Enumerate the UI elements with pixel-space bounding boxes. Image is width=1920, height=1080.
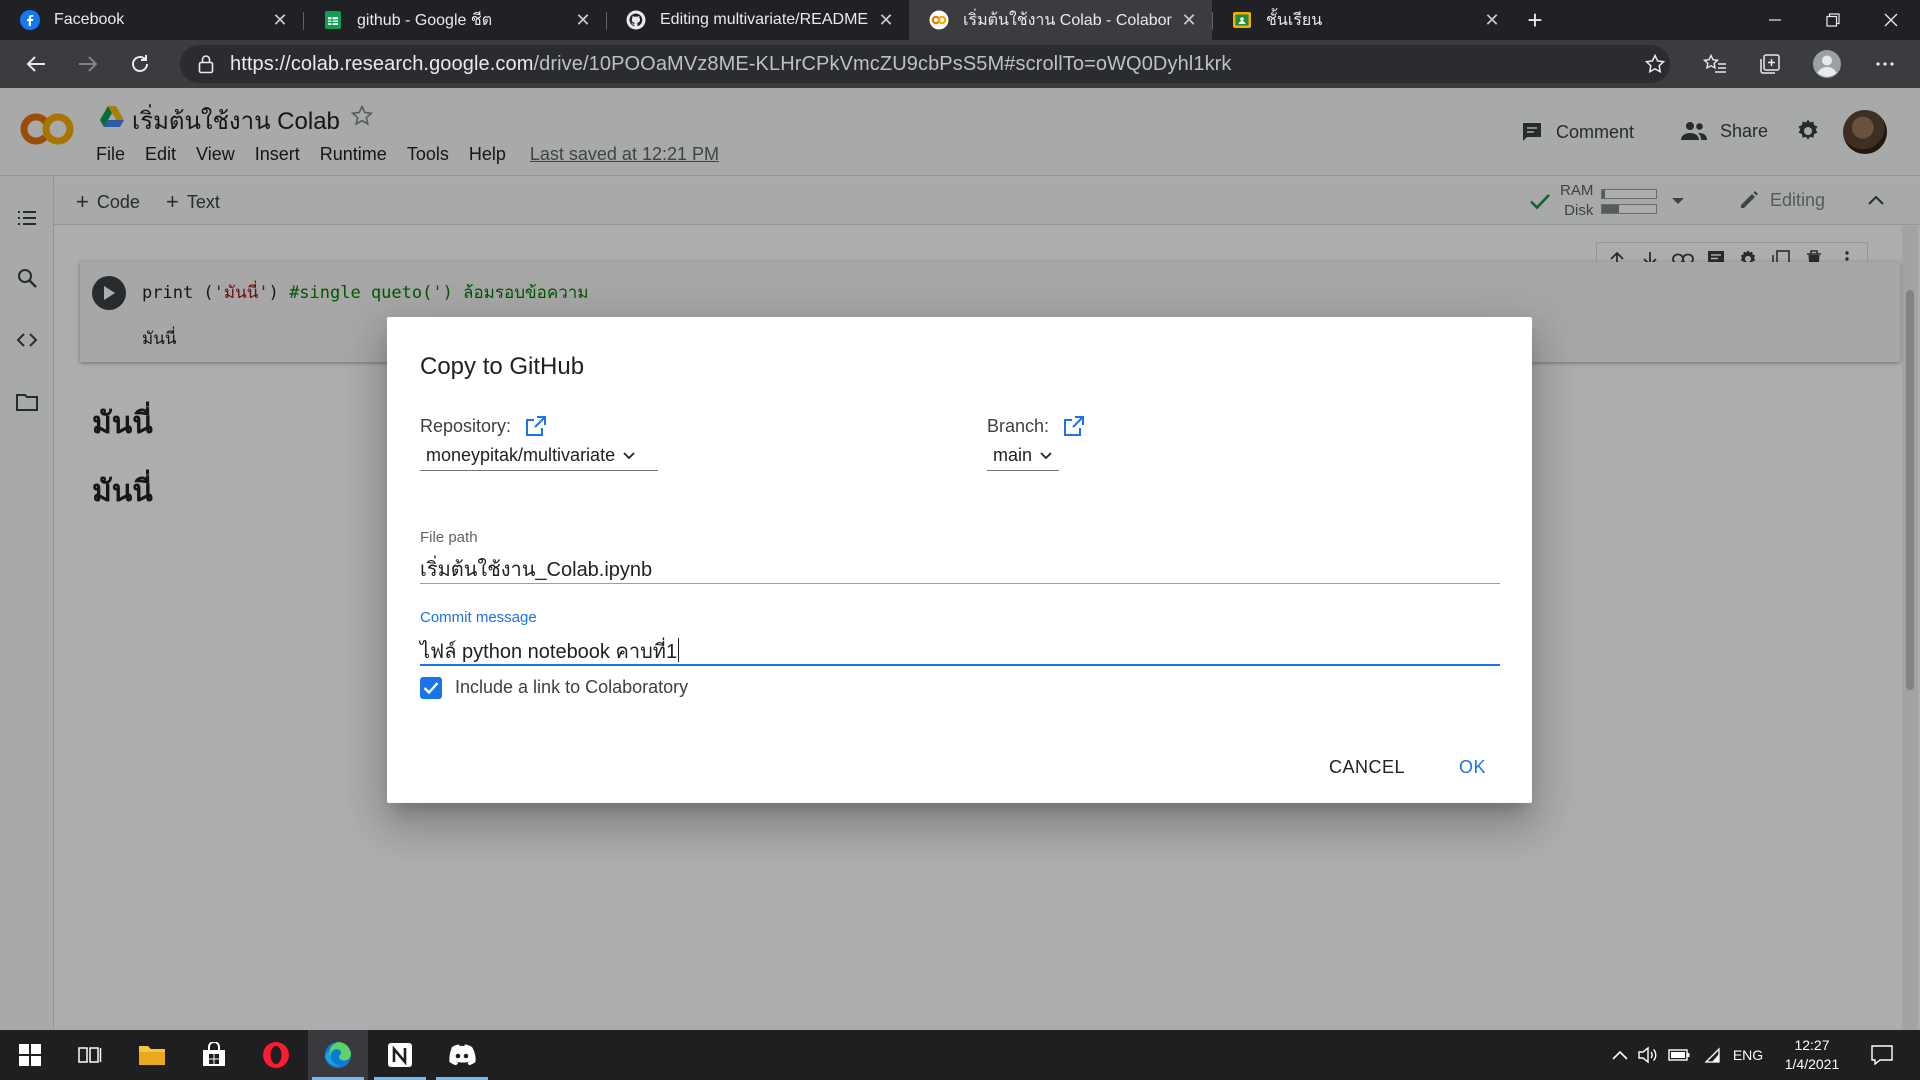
reload-icon[interactable] [114, 40, 166, 88]
microsoft-store-icon[interactable] [184, 1030, 244, 1080]
input-language-indicator[interactable]: ENG [1728, 1030, 1768, 1080]
repository-label: Repository: [420, 415, 512, 436]
url-path: /drive/10POOaMVz8ME-KLHrCPkVmcZU9cbPsS5M… [533, 52, 1232, 75]
back-icon[interactable] [10, 40, 62, 88]
clock-date: 1/4/2021 [1784, 1056, 1840, 1072]
branch-value: main [993, 445, 1033, 465]
tab-title: github - Google ชีต [357, 11, 493, 29]
tab-google-classroom[interactable]: ชั้นเรียน ✕ [1212, 0, 1515, 40]
address-bar[interactable]: https://colab.research.google.com/drive/… [180, 45, 1670, 83]
new-tab-button[interactable]: + [1515, 0, 1555, 40]
notion-app-icon[interactable] [370, 1030, 430, 1080]
facebook-icon [20, 10, 40, 30]
branch-select[interactable]: main [987, 445, 1059, 471]
collections-icon[interactable] [1750, 44, 1790, 84]
forward-icon[interactable] [62, 40, 114, 88]
restore-button[interactable] [1804, 0, 1862, 40]
file-explorer-icon[interactable] [122, 1030, 182, 1080]
close-tab-icon[interactable]: ✕ [1483, 11, 1501, 29]
minimize-button[interactable] [1746, 0, 1804, 40]
url-text: https://colab.research.google.com/drive/… [230, 53, 1232, 76]
file-path-underline [420, 583, 1500, 584]
copy-to-github-dialog: Copy to GitHub Repository: moneypitak/mu… [387, 317, 1532, 803]
include-link-label[interactable]: Include a link to Colaboratory [455, 677, 688, 698]
google-classroom-icon [1232, 10, 1252, 30]
tab-google-sheets[interactable]: github - Google ชีต ✕ [303, 0, 606, 40]
task-view-icon[interactable] [60, 1030, 120, 1080]
close-tab-icon[interactable]: ✕ [271, 11, 289, 29]
close-tab-icon[interactable]: ✕ [1180, 11, 1198, 29]
colab-icon [929, 10, 949, 30]
close-tab-icon[interactable]: ✕ [574, 11, 592, 29]
commit-message-value: ไฟล์ python notebook คาบที่1 [420, 641, 678, 663]
dialog-title: Copy to GitHub [420, 353, 585, 380]
file-path-label: File path [420, 529, 478, 546]
open-in-new-icon[interactable] [511, 415, 547, 437]
volume-icon[interactable] [1634, 1030, 1662, 1080]
cancel-button[interactable]: CANCEL [1329, 757, 1405, 778]
profile-icon[interactable] [1807, 44, 1847, 84]
url-host: https://colab.research.google.com [230, 52, 534, 75]
branch-field-label: Branch: [987, 415, 1085, 437]
text-caret [678, 638, 680, 662]
chevron-down-icon [615, 451, 635, 460]
file-path-input[interactable]: เริ่มต้นใช้งาน_Colab.ipynb [420, 553, 652, 585]
commit-message-underline [420, 664, 1500, 666]
windows-taskbar: ENG 12:27 1/4/2021 [0, 1030, 1920, 1080]
battery-icon[interactable] [1664, 1030, 1694, 1080]
tab-title: Facebook [54, 11, 125, 28]
tab-github[interactable]: Editing multivariate/README.md ✕ [606, 0, 909, 40]
tab-facebook[interactable]: Facebook ✕ [0, 0, 303, 40]
favorites-list-icon[interactable] [1695, 44, 1735, 84]
wifi-icon[interactable] [1696, 1030, 1726, 1080]
system-clock[interactable]: 12:27 1/4/2021 [1772, 1036, 1852, 1074]
checkmark-icon [423, 682, 439, 695]
repository-select[interactable]: moneypitak/multivariate [420, 445, 658, 471]
tab-colab[interactable]: เริ่มต้นใช้งาน Colab - Colaboratory ✕ [909, 0, 1212, 40]
browser-tab-strip: Facebook ✕ github - Google ชีต ✕ Editing… [0, 0, 1920, 40]
close-tab-icon[interactable]: ✕ [877, 11, 895, 29]
tab-title: Editing multivariate/README.md [660, 11, 869, 28]
windows-start-icon[interactable] [0, 1030, 60, 1080]
ok-button[interactable]: OK [1459, 757, 1486, 778]
action-center-notifications-icon[interactable] [1862, 1030, 1902, 1080]
include-link-checkbox[interactable] [420, 677, 442, 699]
edge-browser-icon[interactable] [308, 1030, 368, 1080]
tab-title: ชั้นเรียน [1266, 11, 1323, 29]
repository-value: moneypitak/multivariate [426, 445, 616, 465]
open-in-new-icon[interactable] [1049, 415, 1085, 437]
show-hidden-icons-chevron-icon[interactable] [1606, 1030, 1634, 1080]
repository-field-label: Repository: [420, 415, 547, 437]
chevron-down-icon [1032, 451, 1052, 460]
commit-message-label: Commit message [420, 609, 537, 626]
commit-message-input[interactable]: ไฟล์ python notebook คาบที่1 [420, 635, 680, 667]
opera-browser-icon[interactable] [246, 1030, 306, 1080]
window-controls [1746, 0, 1920, 40]
branch-label: Branch: [987, 415, 1050, 436]
discord-app-icon[interactable] [432, 1030, 492, 1080]
more-options-icon[interactable] [1865, 44, 1905, 84]
tab-title: เริ่มต้นใช้งาน Colab - Colaboratory [963, 11, 1172, 29]
close-window-button[interactable] [1862, 0, 1920, 40]
favorite-star-icon[interactable] [1635, 44, 1675, 84]
clock-time: 12:27 [1794, 1037, 1830, 1053]
google-sheets-icon [323, 10, 343, 30]
github-icon [626, 10, 646, 30]
lock-icon [198, 54, 214, 74]
